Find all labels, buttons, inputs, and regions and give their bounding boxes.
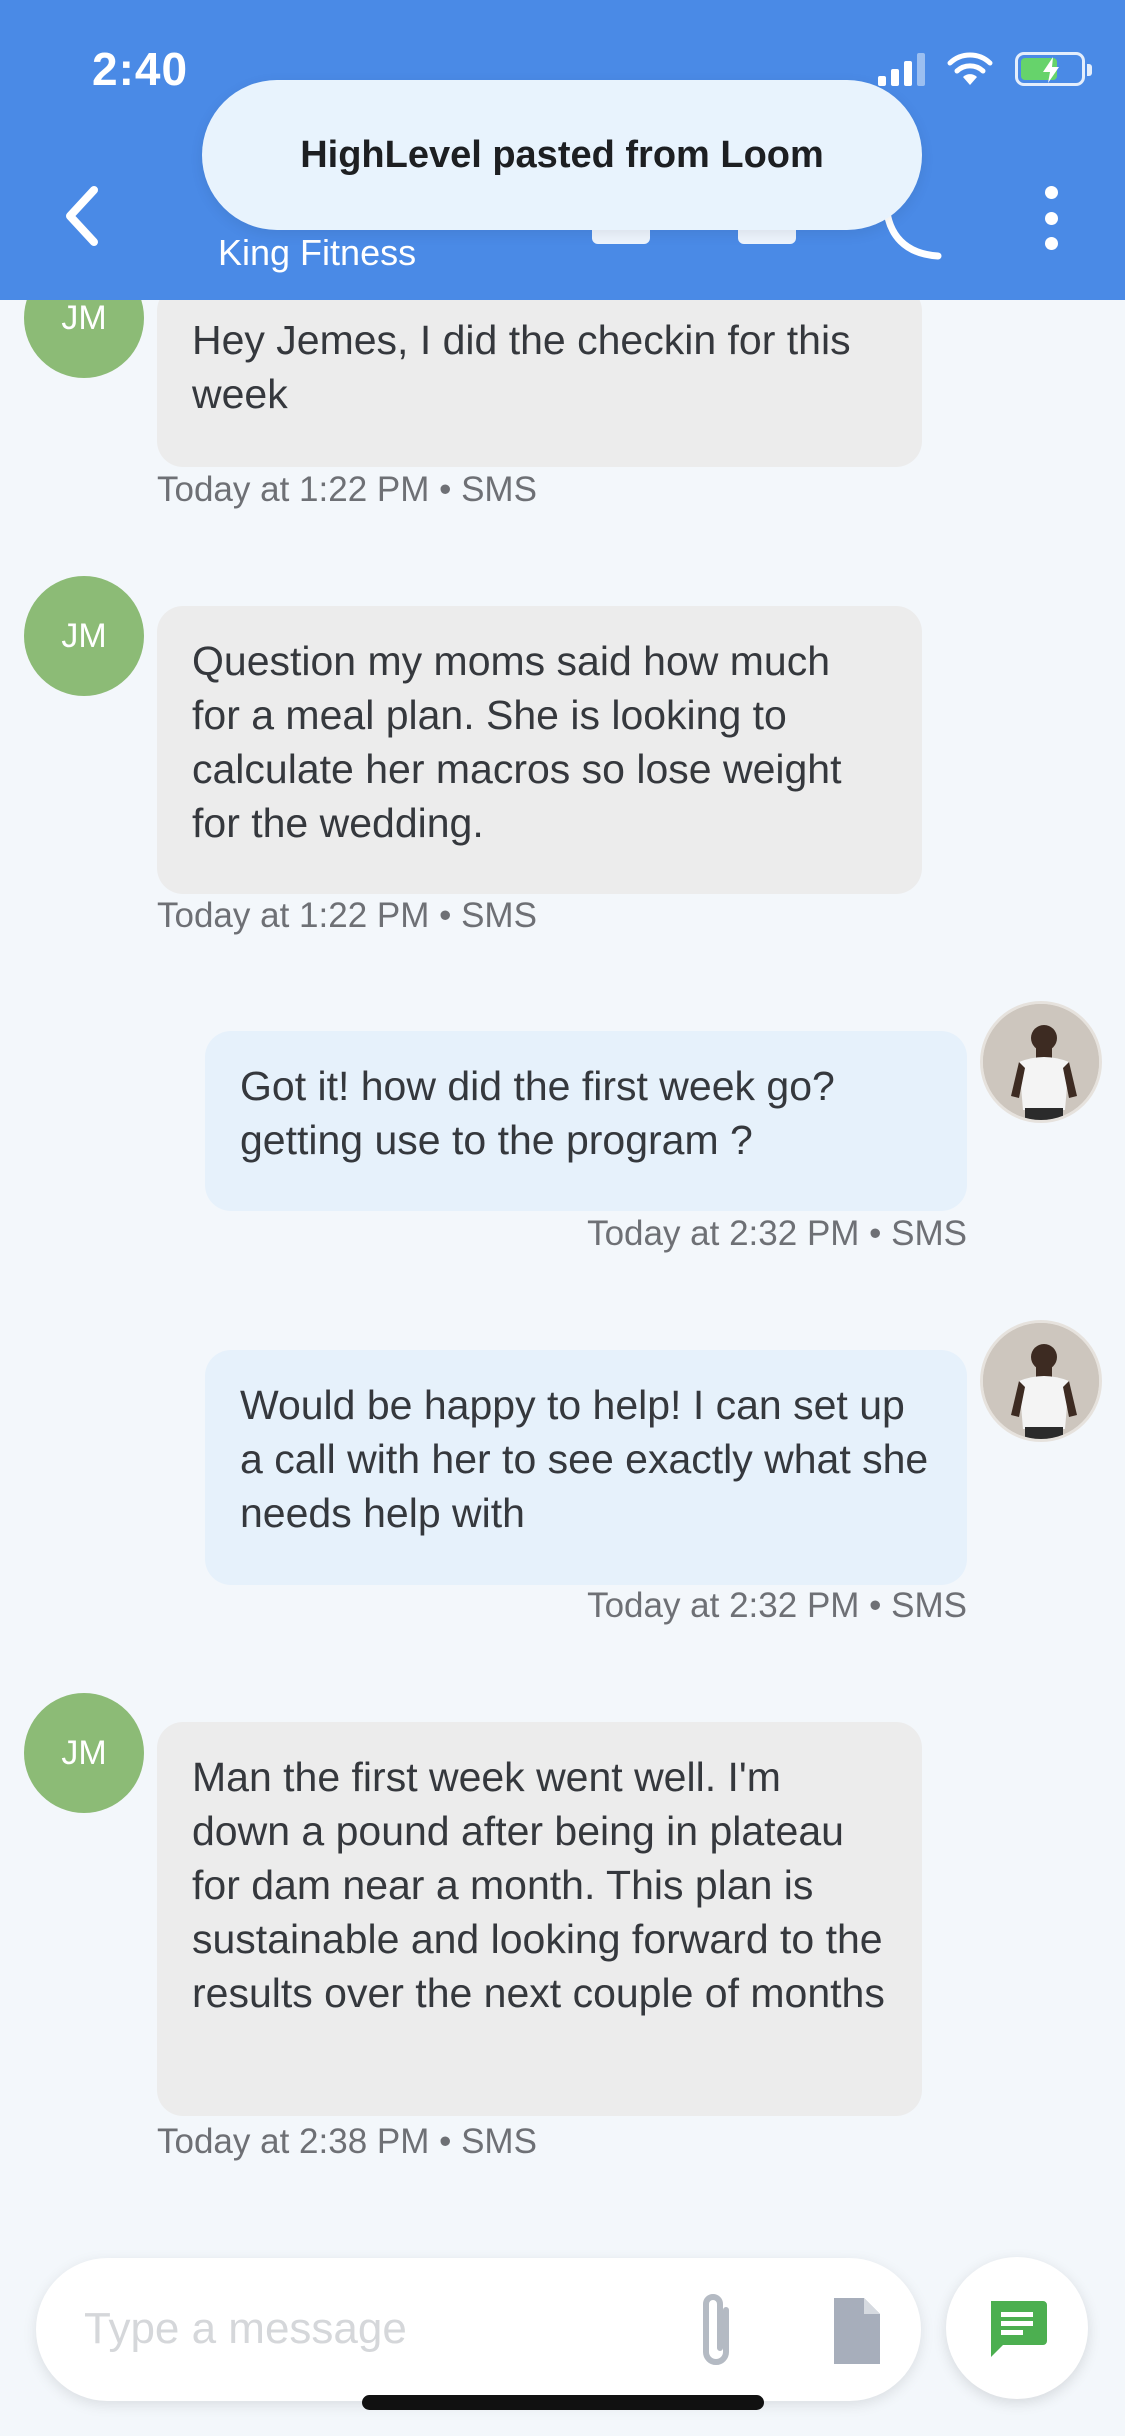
message-timestamp: Today at 2:38 PM • SMS — [157, 2122, 537, 2161]
user-avatar — [980, 1320, 1102, 1442]
status-icons — [878, 48, 1092, 90]
status-time: 2:40 — [92, 43, 189, 95]
chevron-left-icon — [66, 186, 98, 246]
home-indicator — [362, 2395, 764, 2410]
outgoing-message-bubble: Would be happy to help! I can set up a c… — [205, 1350, 967, 1585]
attach-button[interactable] — [676, 2288, 756, 2374]
conversation-screen: 2:40 King Fitness HighLevel pasted from … — [0, 0, 1125, 2436]
contact-avatar: JM — [24, 576, 144, 696]
send-button[interactable] — [946, 2257, 1088, 2399]
message-timestamp: Today at 2:32 PM • SMS — [587, 1214, 967, 1253]
message-timestamp: Today at 2:32 PM • SMS — [587, 1586, 967, 1625]
message-timestamp: Today at 1:22 PM • SMS — [157, 470, 537, 509]
battery-icon — [1015, 52, 1092, 86]
contact-name: King Fitness — [218, 232, 417, 273]
template-button[interactable] — [816, 2288, 896, 2374]
message-timestamp: Today at 1:22 PM • SMS — [157, 896, 537, 935]
incoming-message-bubble: Hey Jemes, I did the checkin for this we… — [157, 285, 922, 467]
paperclip-icon — [703, 2294, 729, 2365]
incoming-message-bubble: Man the first week went well. I'm down a… — [157, 1722, 922, 2116]
message-input[interactable] — [84, 2294, 644, 2364]
outgoing-message-bubble: Got it! how did the first week go? getti… — [205, 1031, 967, 1211]
incoming-message-bubble: Question my moms said how much for a mea… — [157, 606, 922, 894]
document-icon — [834, 2298, 880, 2364]
contact-avatar: JM — [24, 1693, 144, 1813]
cellular-signal-icon — [878, 52, 925, 86]
message-send-icon — [991, 2301, 1047, 2357]
paste-notification: HighLevel pasted from Loom — [202, 80, 922, 230]
wifi-icon — [947, 52, 993, 85]
message-composer — [36, 2258, 921, 2401]
user-avatar — [980, 1001, 1102, 1123]
more-options-button[interactable] — [1036, 186, 1066, 250]
back-button[interactable] — [52, 176, 112, 256]
